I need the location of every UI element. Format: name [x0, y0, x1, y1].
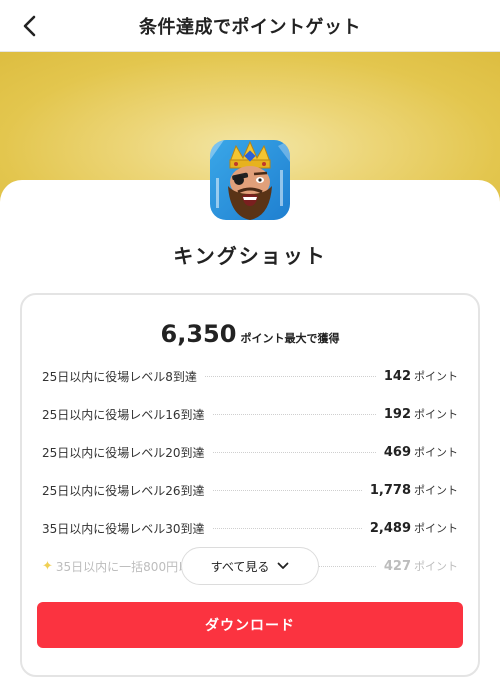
- download-button[interactable]: ダウンロード: [37, 602, 463, 648]
- task-points-unit: ポイント: [414, 408, 458, 421]
- page-title: 条件達成でポイントゲット: [139, 16, 361, 38]
- task-points: 142: [383, 368, 411, 384]
- app-icon: [210, 140, 290, 220]
- task-points: 1,778: [369, 482, 411, 498]
- task-row: 25日以内に役場レベル8到達 142 ポイント: [42, 366, 458, 386]
- dotted-leader: [212, 451, 376, 453]
- total-points: 6,350 ポイント最大で獲得: [0, 320, 500, 348]
- task-points-unit: ポイント: [414, 446, 458, 459]
- task-points: 427: [383, 558, 411, 574]
- task-row: 25日以内に役場レベル16到達 192 ポイント: [42, 404, 458, 424]
- task-points: 2,489: [369, 520, 411, 536]
- task-points: 192: [383, 406, 411, 422]
- task-row: 25日以内に役場レベル20到達 469 ポイント: [42, 442, 458, 462]
- task-row: 25日以内に役場レベル26到達 1,778 ポイント: [42, 480, 458, 500]
- task-label: 25日以内に役場レベル20到達: [42, 445, 205, 460]
- task-points-unit: ポイント: [414, 370, 458, 383]
- see-all-label: すべて見る: [210, 559, 270, 574]
- task-label: 35日以内に一括800円以: [55, 559, 191, 574]
- total-points-value: 6,350: [160, 320, 237, 348]
- task-label: 25日以内に役場レベル8到達: [42, 369, 197, 384]
- task-points-unit: ポイント: [414, 484, 458, 497]
- chevron-left-icon: [23, 15, 36, 37]
- dotted-leader: [212, 489, 362, 491]
- task-points-unit: ポイント: [414, 560, 458, 573]
- task-label: 25日以内に役場レベル26到達: [42, 483, 205, 498]
- see-all-button[interactable]: すべて見る: [181, 547, 319, 585]
- task-row: 35日以内に役場レベル30到達 2,489 ポイント: [42, 518, 458, 538]
- task-label: 35日以内に役場レベル30到達: [42, 521, 205, 536]
- back-button[interactable]: [16, 12, 44, 40]
- total-points-label: ポイント最大で獲得: [240, 332, 340, 345]
- dotted-leader: [204, 375, 376, 377]
- dotted-leader: [212, 527, 362, 529]
- app-name: キングショット: [173, 244, 327, 268]
- task-points-unit: ポイント: [414, 522, 458, 535]
- dotted-leader: [212, 413, 376, 415]
- task-points: 469: [383, 444, 411, 460]
- header-bar: 条件達成でポイントゲット: [0, 0, 500, 52]
- king-character-icon: [210, 140, 290, 220]
- sparkle-icon: ✦: [42, 558, 53, 574]
- chevron-down-icon: [277, 562, 289, 569]
- task-label: 25日以内に役場レベル16到達: [42, 407, 205, 422]
